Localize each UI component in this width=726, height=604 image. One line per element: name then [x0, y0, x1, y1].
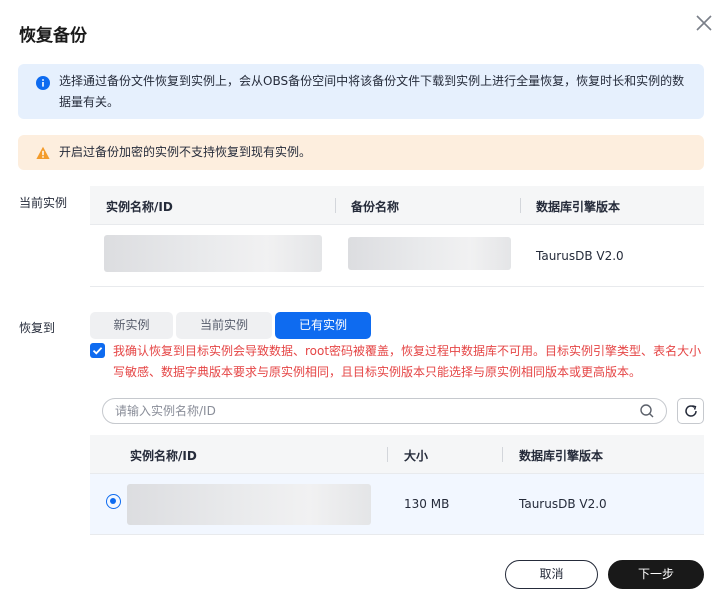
dialog-title: 恢复备份	[19, 26, 87, 46]
column-divider	[520, 198, 521, 213]
cancel-button[interactable]: 取消	[505, 560, 598, 589]
tab-existing-instance[interactable]: 已有实例	[275, 312, 371, 339]
restore-target-tabs: 新实例 当前实例 已有实例	[90, 312, 374, 339]
column-header-backup-name: 备份名称	[351, 200, 400, 214]
redacted-instance-name	[104, 235, 322, 272]
check-icon	[92, 347, 103, 355]
size-cell: 130 MB	[404, 497, 450, 511]
warning-alert-text: 开启过备份加密的实例不支持恢复到现有实例。	[59, 145, 312, 159]
column-header-instance: 实例名称/ID	[106, 200, 173, 214]
info-alert: 选择通过备份文件恢复到实例上，会从OBS备份空间中将该备份文件下载到实例上进行全…	[18, 64, 704, 119]
tab-new-instance[interactable]: 新实例	[90, 312, 173, 339]
search-input[interactable]	[102, 398, 667, 424]
current-instance-label: 当前实例	[19, 196, 68, 210]
column-divider	[335, 198, 336, 213]
tab-current-instance[interactable]: 当前实例	[176, 312, 272, 339]
confirm-warning-text: 我确认恢复到目标实例会导致数据、root密码被覆盖，恢复过程中数据库不可用。目标…	[113, 344, 702, 379]
warning-icon	[36, 146, 50, 160]
column-header-instance: 实例名称/ID	[130, 449, 197, 463]
refresh-button[interactable]	[677, 398, 704, 424]
redacted-instance-name	[127, 484, 371, 525]
column-divider	[387, 447, 388, 462]
next-button[interactable]: 下一步	[608, 560, 704, 589]
row-select-radio[interactable]	[106, 494, 121, 509]
redacted-backup-name	[348, 237, 511, 270]
column-header-engine-version: 数据库引擎版本	[519, 449, 604, 463]
target-instance-table: 实例名称/ID 大小 数据库引擎版本 130 MB TaurusDB V2.0	[90, 435, 704, 535]
current-instance-table: 实例名称/ID 备份名称 数据库引擎版本 TaurusDB V2.0	[90, 186, 704, 287]
warning-alert: 开启过备份加密的实例不支持恢复到现有实例。	[18, 135, 704, 170]
close-icon[interactable]	[694, 13, 714, 33]
column-divider	[502, 447, 503, 462]
table-header: 实例名称/ID 备份名称 数据库引擎版本	[90, 186, 704, 225]
engine-version-cell: TaurusDB V2.0	[536, 249, 624, 263]
restore-to-label: 恢复到	[19, 321, 56, 335]
refresh-icon	[685, 405, 697, 417]
info-alert-text: 选择通过备份文件恢复到实例上，会从OBS备份空间中将该备份文件下载到实例上进行全…	[59, 74, 685, 109]
engine-version-cell: TaurusDB V2.0	[519, 497, 607, 511]
table-header: 实例名称/ID 大小 数据库引擎版本	[90, 435, 704, 474]
table-row[interactable]: 130 MB TaurusDB V2.0	[90, 474, 704, 535]
confirm-checkbox[interactable]	[90, 343, 105, 358]
column-header-engine-version: 数据库引擎版本	[536, 200, 621, 214]
table-row: TaurusDB V2.0	[90, 225, 704, 287]
info-icon	[36, 76, 50, 90]
column-header-size: 大小	[404, 449, 429, 463]
